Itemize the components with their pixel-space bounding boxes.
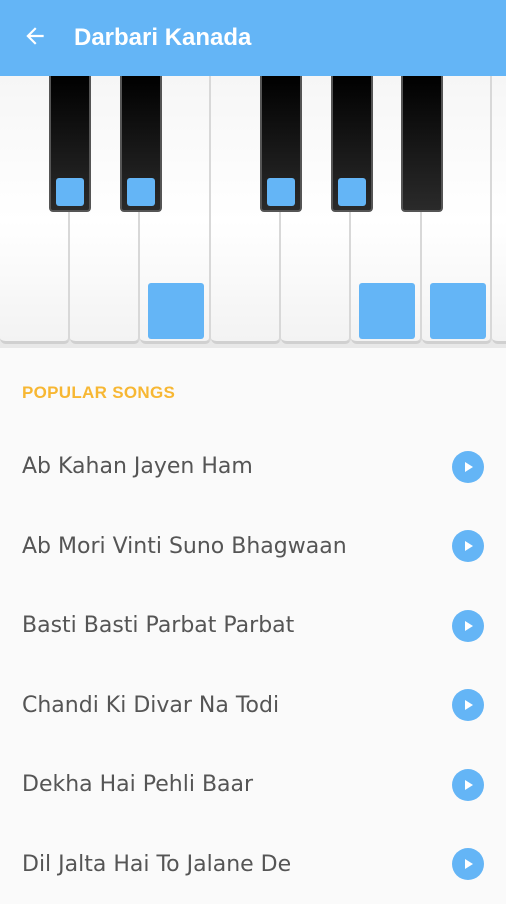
piano-keyboard[interactable] — [0, 76, 506, 348]
white-key-3-marker — [148, 283, 204, 339]
song-list: Ab Kahan Jayen Ham Ab Mori Vinti Suno Bh… — [0, 427, 506, 904]
popular-songs-header: POPULAR SONGS — [22, 383, 175, 403]
song-row[interactable]: Basti Basti Parbat Parbat — [0, 586, 506, 666]
song-row[interactable]: Ab Mori Vinti Suno Bhagwaan — [0, 507, 506, 587]
song-title: Ab Mori Vinti Suno Bhagwaan — [22, 534, 347, 559]
black-key-4-marker — [338, 178, 366, 206]
back-button[interactable] — [0, 0, 70, 76]
song-title: Dil Jalta Hai To Jalane De — [22, 852, 291, 877]
play-circle-icon[interactable] — [452, 769, 484, 801]
arrow-left-icon — [22, 23, 48, 54]
white-key-7-marker — [430, 283, 486, 339]
song-row[interactable]: Ab Kahan Jayen Ham — [0, 427, 506, 507]
song-row[interactable]: Dekha Hai Pehli Baar — [0, 745, 506, 825]
play-circle-icon[interactable] — [452, 689, 484, 721]
play-circle-icon[interactable] — [452, 610, 484, 642]
song-title: Basti Basti Parbat Parbat — [22, 613, 294, 638]
play-circle-icon[interactable] — [452, 848, 484, 880]
song-title: Ab Kahan Jayen Ham — [22, 454, 253, 479]
black-key-3-marker — [267, 178, 295, 206]
white-key-8[interactable] — [492, 76, 506, 344]
black-key-5[interactable] — [401, 76, 443, 212]
song-row[interactable]: Chandi Ki Divar Na Todi — [0, 666, 506, 746]
song-title: Dekha Hai Pehli Baar — [22, 772, 253, 797]
black-key-2-marker — [127, 178, 155, 206]
black-key-1-marker — [56, 178, 84, 206]
play-circle-icon[interactable] — [452, 451, 484, 483]
song-title: Chandi Ki Divar Na Todi — [22, 693, 279, 718]
song-row[interactable]: Dil Jalta Hai To Jalane De — [0, 825, 506, 904]
app-bar: Darbari Kanada — [0, 0, 506, 76]
page-title: Darbari Kanada — [74, 24, 251, 52]
white-key-6-marker — [359, 283, 415, 339]
play-circle-icon[interactable] — [452, 530, 484, 562]
